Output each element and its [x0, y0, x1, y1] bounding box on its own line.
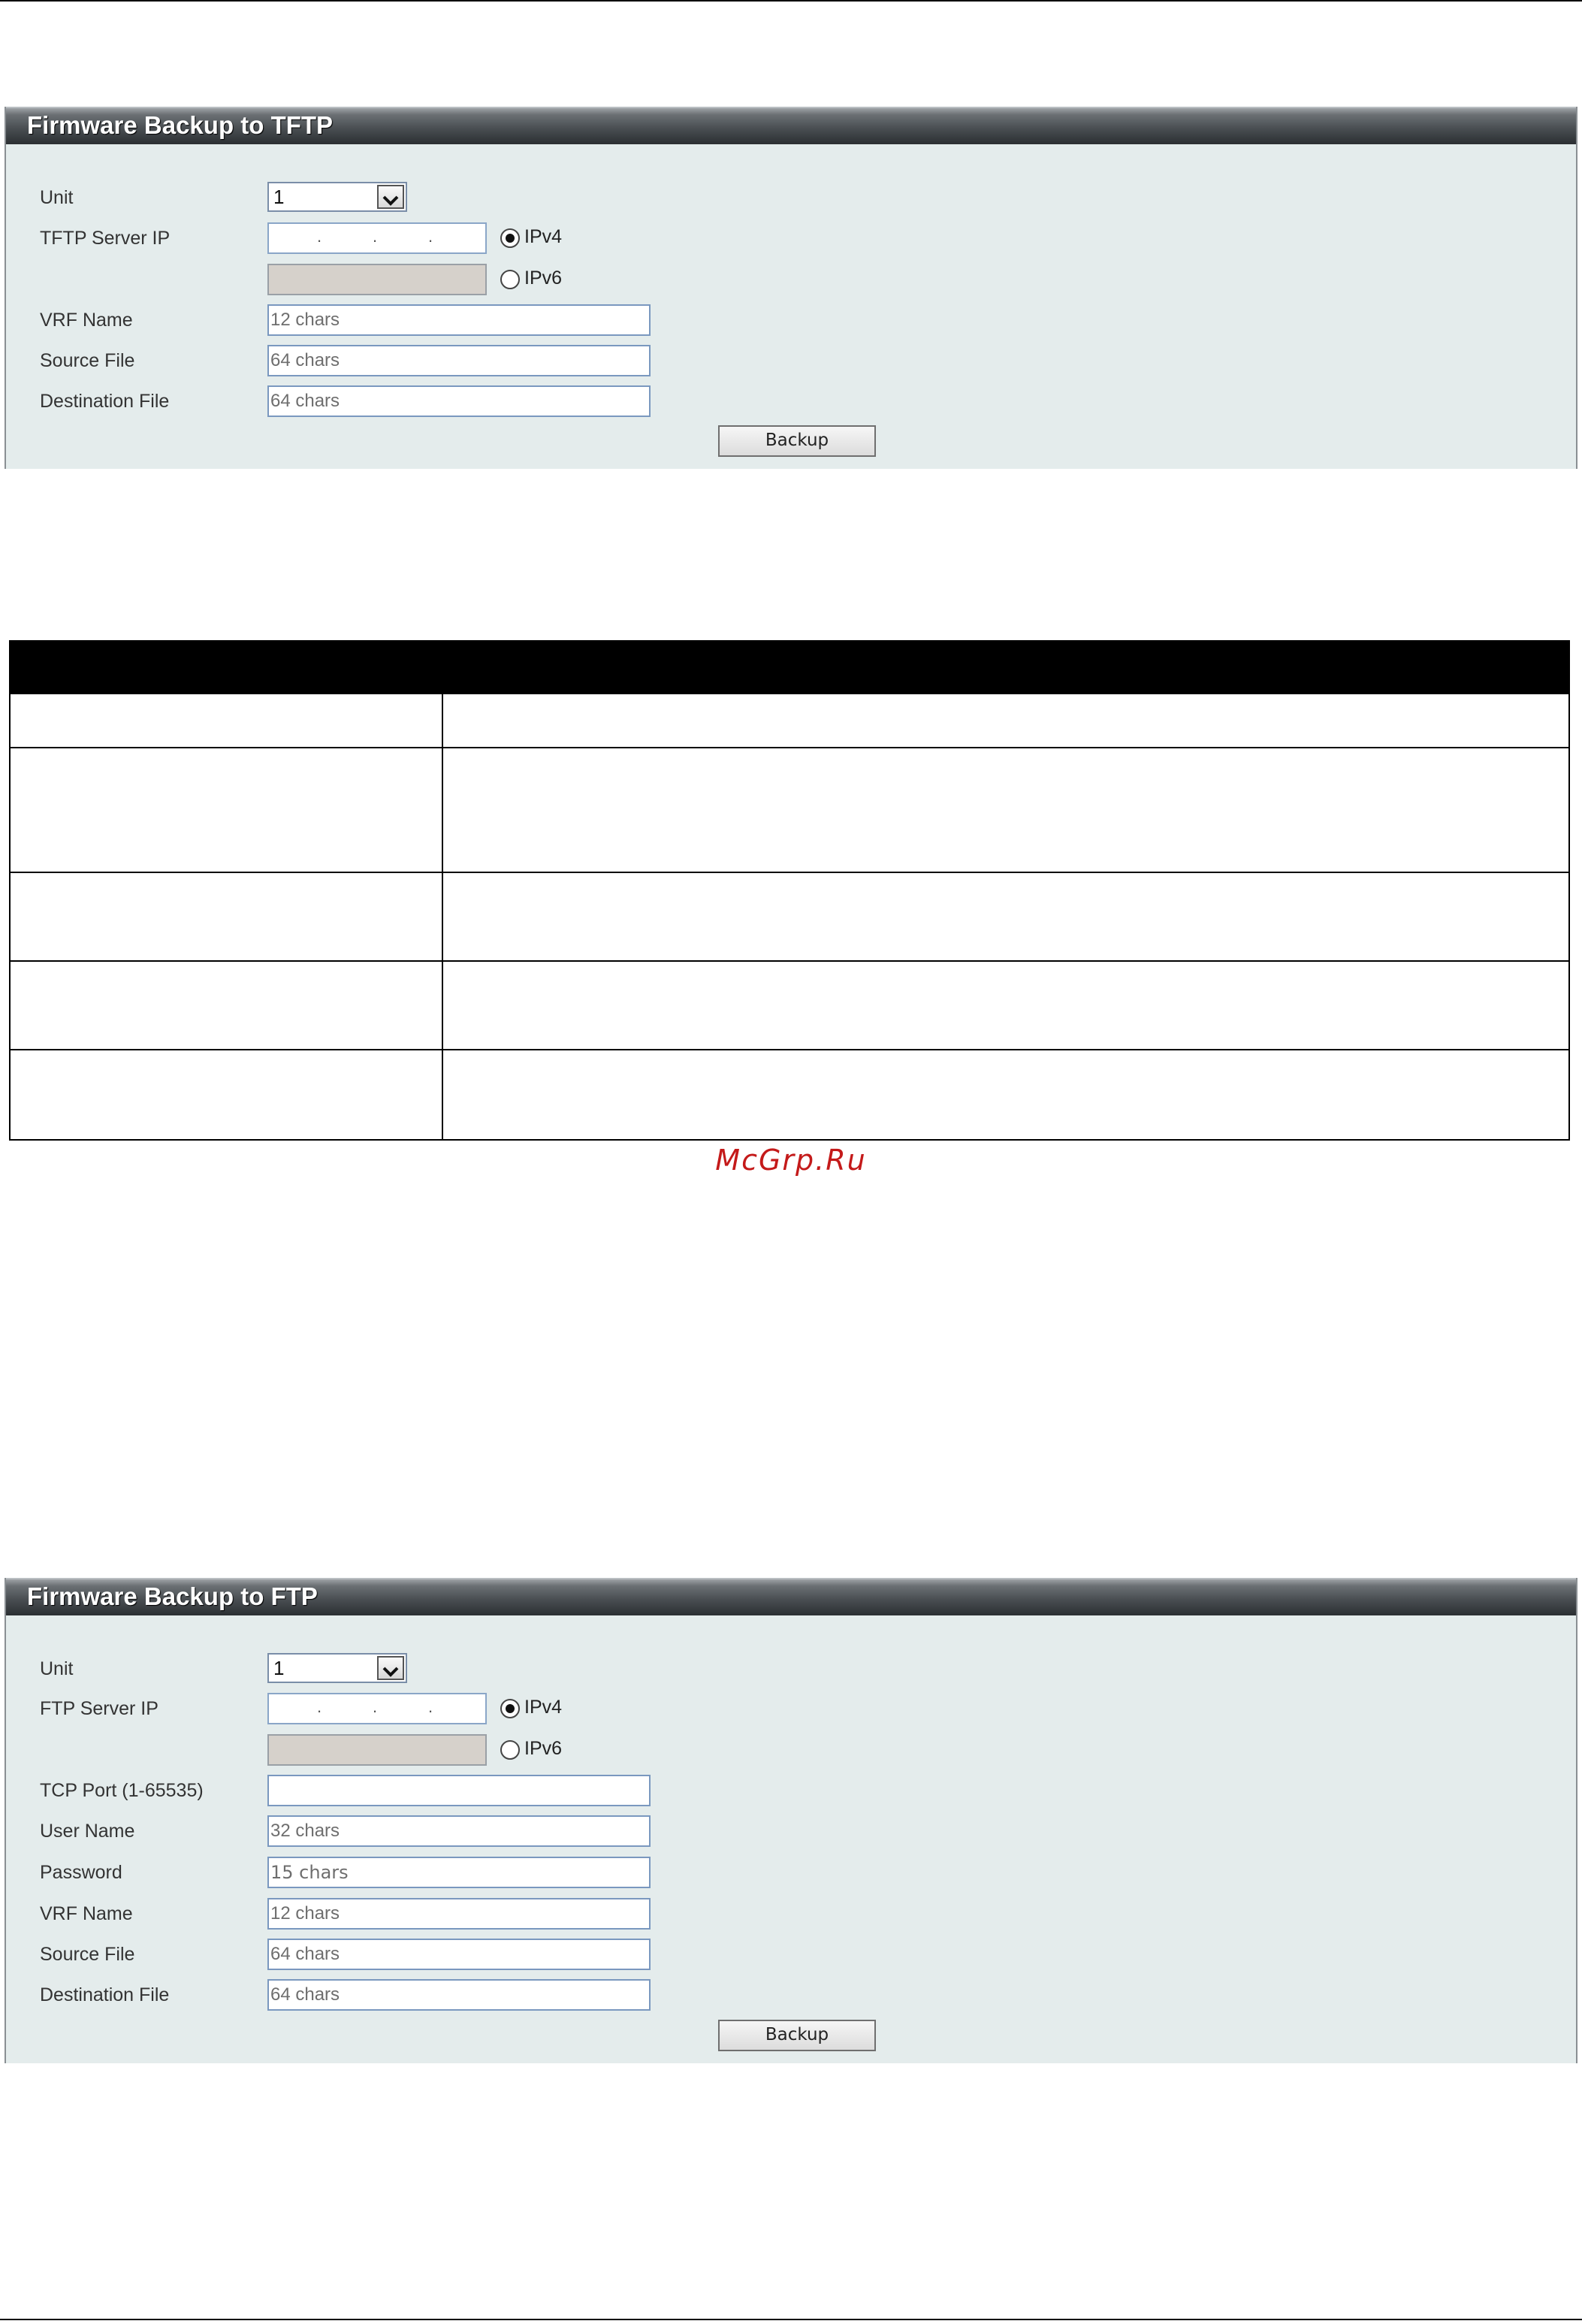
destination-file-input[interactable]	[267, 1979, 651, 2011]
ipv4-address-input[interactable]: ...	[267, 1693, 487, 1724]
unit-value: 1	[273, 1657, 285, 1679]
table-header-row	[9, 640, 1570, 694]
vrf-name-label: VRF Name	[40, 310, 133, 331]
destination-file-label: Destination File	[40, 1984, 170, 2005]
source-file-label: Source File	[40, 350, 135, 371]
top-rule	[0, 0, 1582, 2]
ftp-backup-panel: Firmware Backup to FTP Unit 1 FTP Server…	[5, 1578, 1577, 2063]
ipv6-address-input[interactable]	[267, 1734, 487, 1766]
source-file-input[interactable]	[267, 345, 651, 376]
tcp-port-input[interactable]	[267, 1775, 651, 1806]
table-row	[9, 960, 1570, 1050]
user-name-input[interactable]	[267, 1815, 651, 1847]
chevron-down-icon[interactable]	[377, 185, 404, 209]
source-file-input[interactable]	[267, 1939, 651, 1970]
table-row	[9, 747, 1570, 873]
tftp-server-ip-label: TFTP Server IP	[40, 228, 171, 249]
ipv6-radio-label: IPv6	[524, 267, 563, 289]
ipv4-radio-label: IPv4	[524, 226, 563, 247]
ipv6-radio[interactable]	[500, 270, 520, 289]
tcp-port-label: TCP Port (1-65535)	[40, 1780, 204, 1801]
password-label: Password	[40, 1862, 122, 1883]
unit-value: 1	[273, 186, 285, 208]
unit-select[interactable]: 1	[267, 182, 407, 212]
panel-title: Firmware Backup to FTP	[6, 1578, 1576, 1615]
backup-button[interactable]: Backup	[718, 2020, 876, 2051]
user-name-label: User Name	[40, 1821, 135, 1842]
table-row	[9, 1049, 1570, 1141]
ipv6-radio-label: IPv6	[524, 1738, 563, 1759]
bottom-rule	[0, 2319, 1582, 2320]
table-row	[9, 693, 1570, 748]
unit-label: Unit	[40, 1658, 74, 1679]
ipv6-address-input[interactable]	[267, 264, 487, 295]
vrf-name-label: VRF Name	[40, 1903, 133, 1924]
unit-label: Unit	[40, 187, 74, 208]
vrf-name-input[interactable]	[267, 1898, 651, 1930]
ipv4-radio[interactable]	[500, 228, 520, 248]
ipv4-radio[interactable]	[500, 1699, 520, 1718]
panel-title: Firmware Backup to TFTP	[6, 107, 1576, 144]
ipv4-radio-label: IPv4	[524, 1697, 563, 1718]
chevron-down-icon[interactable]	[377, 1656, 404, 1680]
ipv4-address-input[interactable]: ...	[267, 222, 487, 254]
backup-button[interactable]: Backup	[718, 425, 876, 457]
password-input[interactable]	[267, 1857, 651, 1888]
source-file-label: Source File	[40, 1944, 135, 1965]
destination-file-input[interactable]	[267, 385, 651, 417]
unit-select[interactable]: 1	[267, 1653, 407, 1683]
ftp-server-ip-label: FTP Server IP	[40, 1698, 159, 1719]
ipv6-radio[interactable]	[500, 1740, 520, 1760]
destination-file-label: Destination File	[40, 391, 170, 412]
vrf-name-input[interactable]	[267, 304, 651, 336]
tftp-backup-panel: Firmware Backup to TFTP Unit 1 TFTP Serv…	[5, 107, 1577, 469]
parameter-description-table	[9, 640, 1570, 1141]
table-row	[9, 872, 1570, 962]
watermark-text: McGrp.Ru	[715, 1144, 867, 1177]
